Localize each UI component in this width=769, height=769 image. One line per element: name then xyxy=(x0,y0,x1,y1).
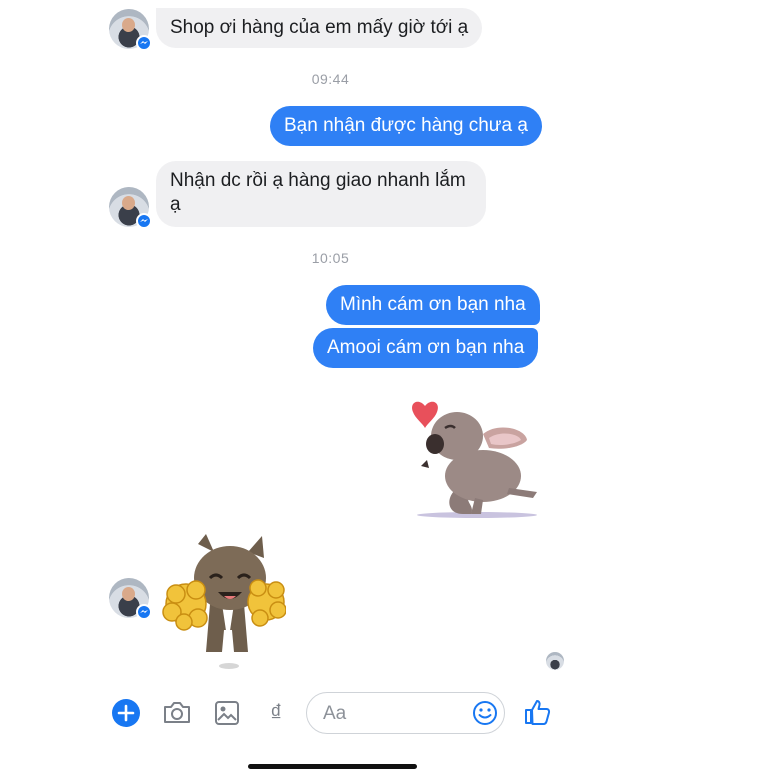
camera-icon[interactable] xyxy=(162,700,192,726)
messenger-badge-icon xyxy=(136,35,152,51)
message-placeholder: Aa xyxy=(323,703,347,724)
timestamp: 09:44 xyxy=(311,71,350,87)
home-indicator xyxy=(248,764,417,769)
incoming-message[interactable]: Shop ơi hàng của em mấy giờ tới ạ xyxy=(156,8,483,48)
messenger-badge-icon xyxy=(136,213,152,229)
plus-icon[interactable] xyxy=(111,698,141,728)
message-line: Nhận dc rồi ạ hàng giao nhanh lắm xyxy=(170,170,466,191)
incoming-message[interactable]: Nhận dc rồi ạ hàng giao nhanh lắm ạ xyxy=(156,161,486,227)
contact-avatar[interactable] xyxy=(109,578,152,620)
emoji-icon[interactable] xyxy=(472,700,498,726)
contact-avatar[interactable] xyxy=(109,187,152,229)
contact-avatar[interactable] xyxy=(109,9,152,51)
outgoing-message[interactable]: Mình cám ơn bạn nha xyxy=(326,285,540,325)
image-icon[interactable] xyxy=(214,700,240,726)
dog-sticker[interactable] xyxy=(405,398,545,528)
seen-avatar xyxy=(546,652,564,670)
dong-icon[interactable]: ₫ xyxy=(270,700,282,728)
like-icon[interactable] xyxy=(523,698,551,726)
outgoing-message[interactable]: Amooi cám ơn bạn nha xyxy=(313,328,539,368)
outgoing-message[interactable]: Bạn nhận được hàng chưa ạ xyxy=(270,106,542,146)
messenger-badge-icon xyxy=(136,604,152,620)
message-input[interactable]: Aa xyxy=(306,692,505,734)
message-line: ạ xyxy=(170,194,181,215)
cheering-cat-sticker[interactable] xyxy=(162,534,286,670)
timestamp: 10:05 xyxy=(311,250,350,266)
